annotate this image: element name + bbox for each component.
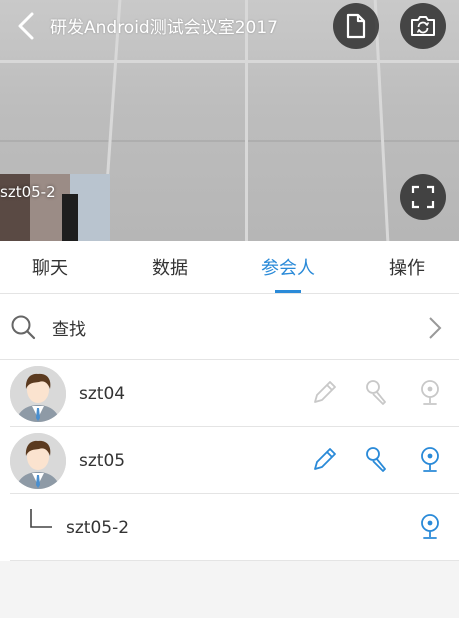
- male-avatar: [10, 433, 66, 489]
- ceiling-line: [0, 60, 459, 63]
- tab-participants[interactable]: 参会人: [248, 241, 328, 293]
- meeting-title: 研发Android测试会议室2017: [50, 18, 278, 38]
- participant-row[interactable]: szt05: [0, 427, 459, 494]
- top-bar: 研发Android测试会议室2017: [0, 0, 459, 52]
- chevron-right-icon: [429, 317, 442, 339]
- pencil-icon[interactable]: [309, 378, 339, 408]
- participant-name: szt05: [79, 451, 126, 471]
- participant-row[interactable]: szt04: [0, 360, 459, 427]
- tab-operations[interactable]: 操作: [367, 241, 447, 293]
- tab-bar: 聊天 数据 参会人 操作: [0, 241, 459, 293]
- pencil-icon[interactable]: [309, 445, 339, 475]
- webcam-icon[interactable]: [415, 445, 445, 475]
- avatar-illustration: [10, 366, 66, 422]
- ceiling-line: [0, 140, 459, 142]
- tree-branch-icon: [30, 509, 52, 528]
- switch-camera-button[interactable]: [400, 3, 446, 49]
- fullscreen-icon: [411, 185, 435, 209]
- switch-camera-icon: [411, 16, 435, 36]
- avatar-illustration: [10, 433, 66, 489]
- search-label: 查找: [52, 320, 86, 340]
- video-view[interactable]: 研发Android测试会议室2017 szt05-2: [0, 0, 459, 241]
- row-divider: [10, 560, 459, 561]
- search-icon: [11, 315, 36, 340]
- search-bar[interactable]: 查找: [0, 293, 459, 360]
- thumbnail-label: szt05-2: [0, 183, 56, 201]
- device-name: szt05-2: [66, 518, 130, 538]
- microphone-icon[interactable]: [362, 378, 392, 408]
- webcam-icon[interactable]: [415, 512, 445, 542]
- male-avatar: [10, 366, 66, 422]
- thumbnail-object: [62, 194, 78, 241]
- fullscreen-button[interactable]: [400, 174, 446, 220]
- document-icon: [346, 13, 366, 39]
- microphone-icon[interactable]: [362, 445, 392, 475]
- sub-device-row[interactable]: szt05-2: [0, 494, 459, 561]
- participant-name: szt04: [79, 384, 126, 404]
- webcam-icon[interactable]: [415, 378, 445, 408]
- tab-chat[interactable]: 聊天: [10, 241, 90, 293]
- document-button[interactable]: [333, 3, 379, 49]
- back-arrow-icon[interactable]: [12, 10, 40, 42]
- tab-data[interactable]: 数据: [130, 241, 210, 293]
